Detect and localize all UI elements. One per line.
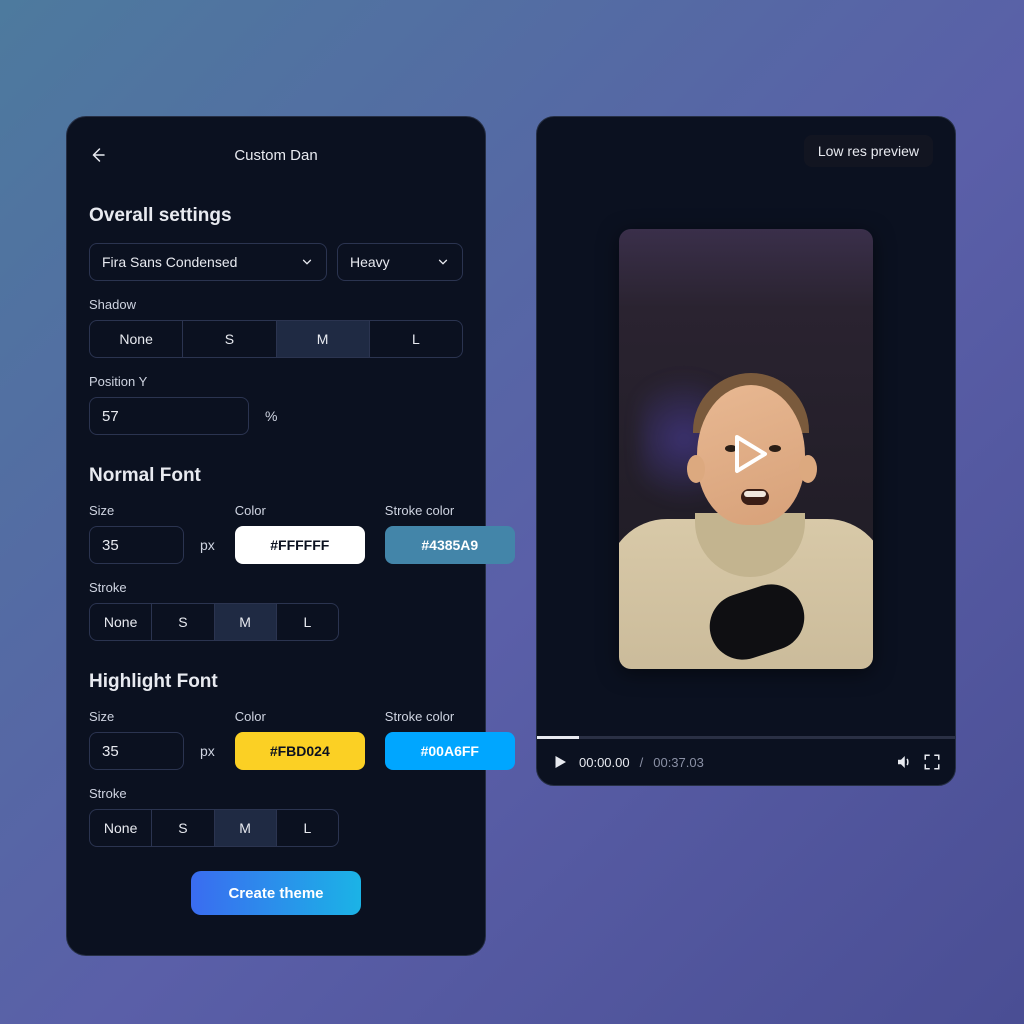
normal-heading: Normal Font — [89, 465, 463, 487]
highlight-stroke-m[interactable]: M — [215, 810, 277, 846]
chevron-down-icon — [436, 255, 450, 269]
normal-stroke-m[interactable]: M — [215, 604, 277, 640]
highlight-size-unit: px — [200, 743, 215, 759]
font-weight-value: Heavy — [350, 254, 390, 270]
font-family-select[interactable]: Fira Sans Condensed — [89, 243, 327, 281]
font-family-value: Fira Sans Condensed — [102, 254, 237, 270]
preview-panel: Low res preview 00:00.00 / 00:37.03 — [536, 116, 956, 786]
highlight-color-label: Color — [235, 709, 365, 724]
play-icon[interactable] — [551, 753, 569, 771]
shadow-label: Shadow — [89, 297, 463, 312]
normal-stroke-s[interactable]: S — [152, 604, 214, 640]
font-weight-select[interactable]: Heavy — [337, 243, 463, 281]
highlight-stroke-label: Stroke — [89, 786, 463, 801]
highlight-stroke-none[interactable]: None — [90, 810, 152, 846]
transport-bar: 00:00.00 / 00:37.03 — [537, 739, 955, 785]
video-thumbnail[interactable] — [619, 229, 873, 669]
shadow-option-m[interactable]: M — [277, 321, 370, 357]
normal-stroke-none[interactable]: None — [90, 604, 152, 640]
highlight-size-label: Size — [89, 709, 215, 724]
position-y-input[interactable] — [89, 397, 249, 435]
back-button[interactable] — [89, 146, 107, 164]
duration: 00:37.03 — [653, 755, 704, 770]
normal-stroke-color-label: Stroke color — [385, 503, 515, 518]
normal-stroke-segment: None S M L — [89, 603, 339, 641]
highlight-stroke-l[interactable]: L — [277, 810, 338, 846]
overall-heading: Overall settings — [89, 205, 463, 227]
normal-size-label: Size — [89, 503, 215, 518]
time-separator: / — [640, 755, 644, 770]
settings-panel: Custom Dan Overall settings Fira Sans Co… — [66, 116, 486, 956]
current-time: 00:00.00 — [579, 755, 630, 770]
play-overlay-icon[interactable] — [723, 429, 773, 479]
highlight-stroke-s[interactable]: S — [152, 810, 214, 846]
shadow-segment: None S M L — [89, 320, 463, 358]
chevron-down-icon — [300, 255, 314, 269]
shadow-option-s[interactable]: S — [183, 321, 276, 357]
shadow-option-l[interactable]: L — [370, 321, 462, 357]
shadow-option-none[interactable]: None — [90, 321, 183, 357]
page-title: Custom Dan — [107, 147, 445, 164]
normal-stroke-label: Stroke — [89, 580, 463, 595]
normal-stroke-color-swatch[interactable]: #4385A9 — [385, 526, 515, 564]
highlight-size-input[interactable] — [89, 732, 184, 770]
arrow-left-icon — [89, 146, 107, 164]
fullscreen-icon[interactable] — [923, 753, 941, 771]
low-res-badge: Low res preview — [804, 135, 933, 167]
position-y-label: Position Y — [89, 374, 463, 389]
position-y-unit: % — [265, 408, 277, 424]
highlight-heading: Highlight Font — [89, 671, 463, 693]
highlight-stroke-color-swatch[interactable]: #00A6FF — [385, 732, 515, 770]
normal-stroke-l[interactable]: L — [277, 604, 338, 640]
volume-icon[interactable] — [895, 753, 913, 771]
highlight-stroke-segment: None S M L — [89, 809, 339, 847]
highlight-color-swatch[interactable]: #FBD024 — [235, 732, 365, 770]
create-theme-button[interactable]: Create theme — [191, 871, 361, 915]
normal-size-input[interactable] — [89, 526, 184, 564]
normal-size-unit: px — [200, 537, 215, 553]
normal-color-label: Color — [235, 503, 365, 518]
highlight-stroke-color-label: Stroke color — [385, 709, 515, 724]
normal-color-swatch[interactable]: #FFFFFF — [235, 526, 365, 564]
